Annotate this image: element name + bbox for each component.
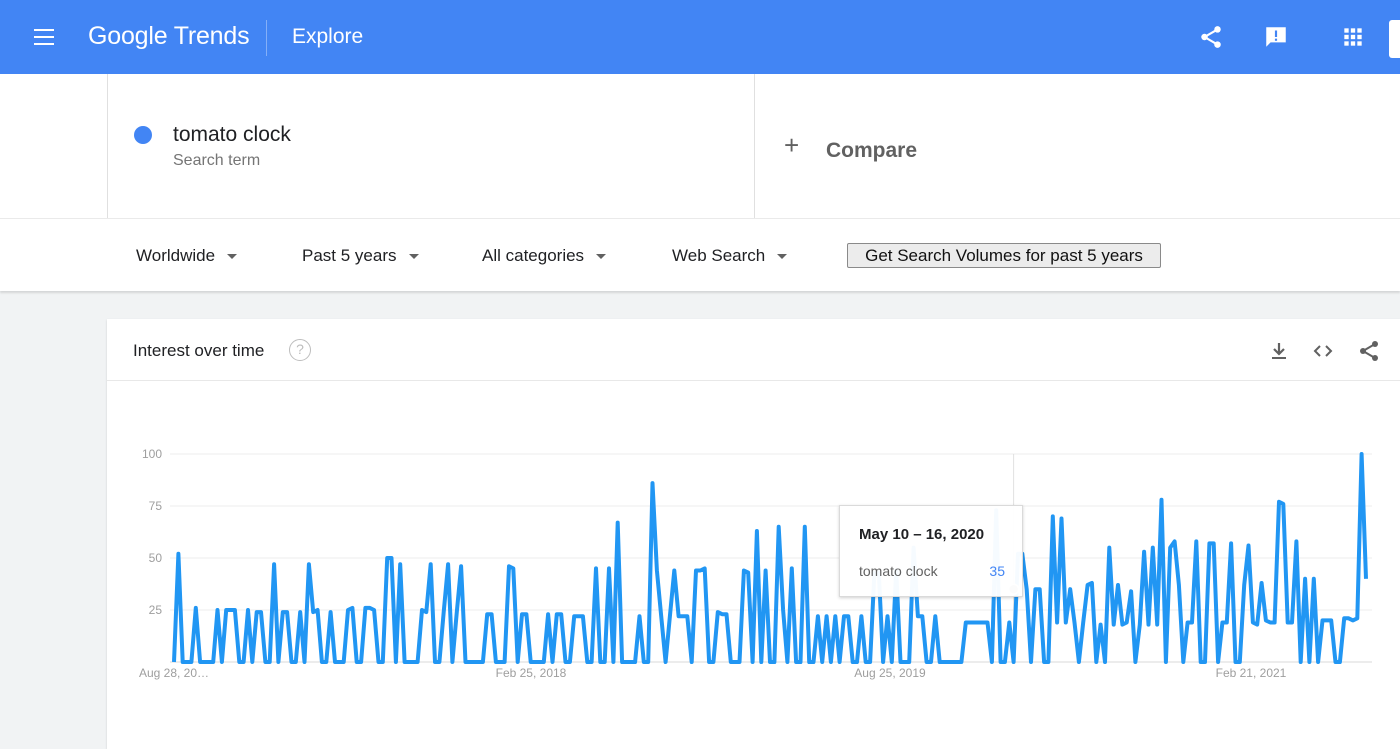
category-filter[interactable]: All categories — [482, 246, 607, 266]
tooltip-value: 35 — [989, 563, 1005, 579]
embed-icon[interactable] — [1311, 339, 1335, 363]
y-tick-label: 25 — [149, 603, 163, 617]
account-button[interactable] — [1389, 20, 1400, 58]
compare-label: Compare — [826, 139, 918, 162]
page-title: Explore — [292, 25, 364, 48]
chevron-down-icon — [227, 254, 238, 260]
tooltip-date: May 10 – 16, 2020 — [859, 526, 985, 543]
chevron-down-icon — [777, 254, 788, 260]
chevron-down-icon — [408, 254, 419, 260]
search-term-card[interactable]: tomato clock Search term — [107, 74, 755, 218]
y-tick-label: 75 — [149, 499, 163, 513]
x-tick-label: Aug 25, 2019 — [854, 666, 926, 680]
menu-icon[interactable] — [34, 29, 54, 45]
search-term-subtitle: Search term — [173, 152, 261, 169]
term-color-dot — [134, 126, 152, 144]
search-term-bar: tomato clock Search term + Compare — [0, 74, 1400, 218]
search-volumes-button[interactable]: Get Search Volumes for past 5 years — [847, 243, 1161, 268]
share-icon[interactable] — [1198, 24, 1224, 50]
app-logo[interactable]: Google Trends — [88, 22, 250, 51]
interest-line-chart[interactable]: 25 50 75 100 Aug 28, 20… Feb 25, 2018 Aug 25, … — [0, 400, 1400, 700]
x-tick-label: Aug 28, 20… — [139, 666, 209, 680]
apps-icon[interactable] — [1340, 24, 1366, 50]
category-filter-label: All categories — [482, 246, 585, 265]
region-filter[interactable]: Worldwide — [136, 246, 238, 266]
search-term-name[interactable]: tomato clock — [173, 123, 291, 147]
feedback-icon[interactable] — [1263, 24, 1289, 50]
search-type-filter[interactable]: Web Search — [672, 246, 788, 266]
x-tick-label: Feb 21, 2021 — [1216, 666, 1287, 680]
plus-icon: + — [784, 130, 800, 160]
search-type-filter-label: Web Search — [672, 246, 766, 265]
period-filter[interactable]: Past 5 years — [302, 246, 419, 266]
x-tick-label: Feb 25, 2018 — [496, 666, 567, 680]
tooltip-term: tomato clock — [859, 563, 938, 579]
y-tick-label: 50 — [149, 551, 163, 565]
top-app-bar: Google Trends Explore — [0, 0, 1400, 74]
period-filter-label: Past 5 years — [302, 246, 397, 265]
chevron-down-icon — [596, 254, 607, 260]
region-filter-label: Worldwide — [136, 246, 216, 265]
download-icon[interactable] — [1267, 339, 1291, 363]
header-divider — [266, 20, 267, 56]
chart-tooltip: May 10 – 16, 2020 tomato clock 35 — [839, 505, 1023, 597]
y-tick-label: 100 — [142, 447, 162, 461]
filter-bar: Worldwide Past 5 years All categories We… — [0, 218, 1400, 291]
card-title: Interest over time — [133, 341, 265, 360]
help-icon[interactable]: ? — [289, 339, 311, 361]
share-icon[interactable] — [1357, 339, 1381, 363]
card-header: Interest over time ? — [107, 319, 1400, 381]
